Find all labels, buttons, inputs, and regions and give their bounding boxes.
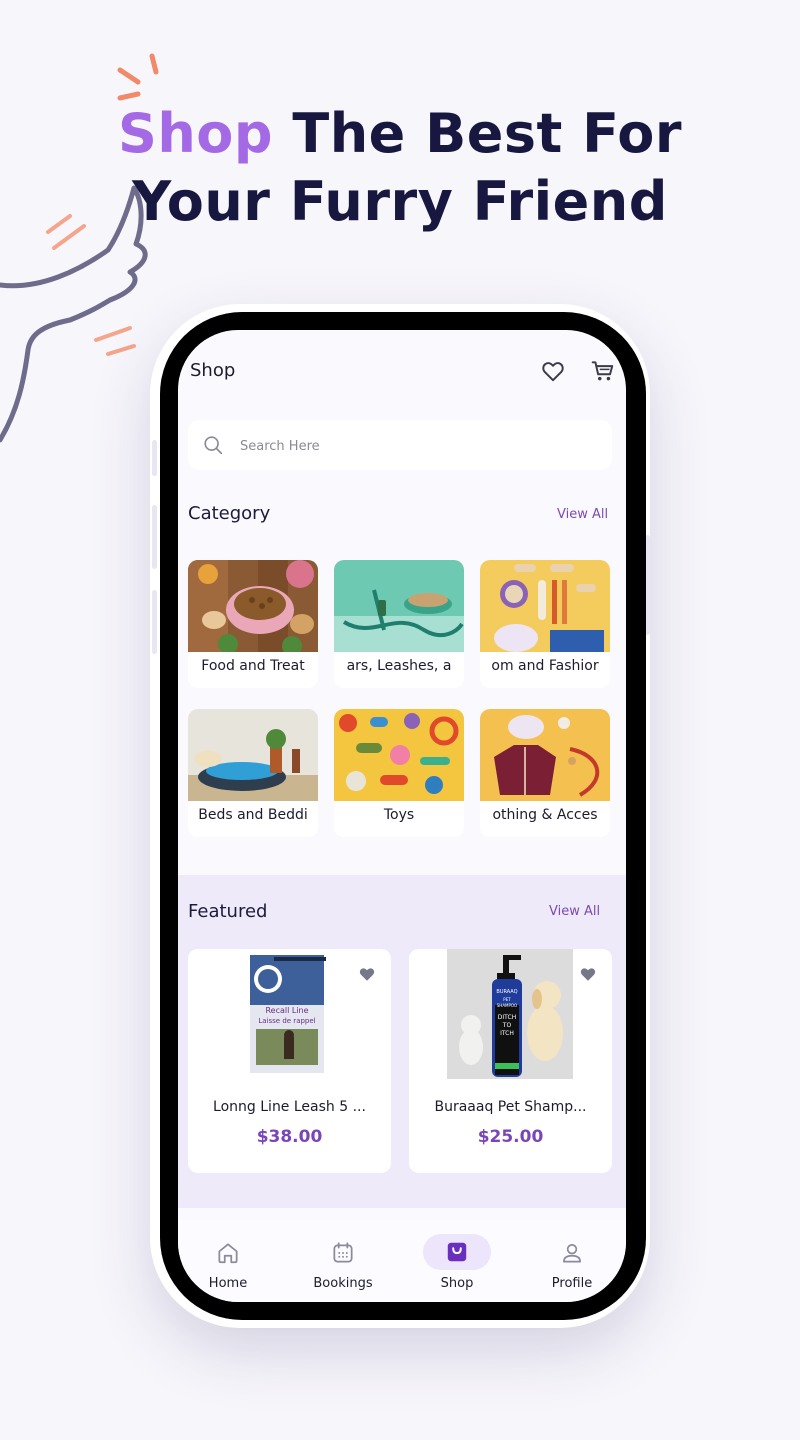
category-card-food[interactable]: Food and Treat: [188, 560, 318, 688]
headline-line2: Your Furry Friend: [132, 170, 668, 233]
nav-label: Home: [208, 1276, 248, 1291]
package-text: Laisse de rappel: [258, 1017, 315, 1025]
headline: Shop The Best For Your Furry Friend: [0, 100, 800, 236]
category-label: Toys: [383, 807, 415, 823]
product-name: Buraaaq Pet Shamp...: [434, 1099, 587, 1115]
phone-screen: Shop Category View All: [178, 330, 626, 1302]
product-price: $25.00: [477, 1127, 544, 1147]
package-text: Recall Line: [265, 1006, 308, 1015]
category-image-grooming: [480, 560, 610, 652]
shopping-bag-icon: [447, 1242, 467, 1262]
cart-icon[interactable]: [590, 358, 616, 384]
search-input[interactable]: [238, 420, 602, 472]
category-image-beds: [188, 709, 318, 801]
headline-accent: Shop: [117, 102, 274, 165]
bottle-text: TO: [502, 1022, 512, 1029]
search-icon: [204, 436, 223, 455]
calendar-icon: [333, 1242, 353, 1263]
sparkle-top-icon: [117, 53, 159, 101]
nav-label: Profile: [551, 1276, 593, 1291]
category-card-grooming[interactable]: om and Fashior: [480, 560, 610, 688]
user-icon: [563, 1244, 581, 1263]
featured-view-all-link[interactable]: View All: [549, 904, 600, 919]
category-image-food: [188, 560, 318, 652]
favorite-heart-icon[interactable]: [358, 965, 376, 983]
bottle-text: SHAMPOO: [497, 1003, 517, 1008]
headline-line1: The Best For: [273, 102, 683, 165]
category-label: othing & Acces: [492, 807, 598, 823]
phone-side-button: [152, 440, 157, 476]
phone-side-button: [152, 505, 157, 569]
phone-side-button: [152, 590, 157, 654]
sparkle-left-icon: [46, 214, 136, 356]
bottom-nav: Home Bookings Shop Profile: [178, 1220, 626, 1302]
favorite-heart-icon[interactable]: [579, 965, 597, 983]
category-image-toys: [334, 709, 464, 801]
nav-item-home[interactable]: Home: [178, 1220, 284, 1302]
featured-title: Featured: [188, 901, 268, 922]
heart-icon[interactable]: [540, 358, 566, 384]
nav-item-profile[interactable]: Profile: [516, 1220, 626, 1302]
category-label: Food and Treat: [201, 658, 305, 674]
category-card-toys[interactable]: Toys: [334, 709, 464, 837]
bottle-text: BURAAQ: [496, 989, 517, 995]
nav-item-shop[interactable]: Shop: [401, 1220, 513, 1302]
category-label: Beds and Beddi: [198, 807, 308, 823]
category-card-collars[interactable]: ars, Leashes, a: [334, 560, 464, 688]
category-image-collars: [334, 560, 464, 652]
product-card[interactable]: BURAAQ PET SHAMPOO DITCH TO ITCH Buraaaq…: [409, 949, 612, 1173]
home-icon: [218, 1243, 238, 1264]
category-card-beds[interactable]: Beds and Beddi: [188, 709, 318, 837]
bottle-text: DITCH: [498, 1014, 516, 1021]
category-image-clothing: [480, 709, 610, 801]
page-title: Shop: [190, 360, 236, 381]
bottle-text: PET: [503, 997, 511, 1002]
product-name: Lonng Line Leash 5 ...: [213, 1099, 366, 1115]
category-view-all-link[interactable]: View All: [557, 507, 608, 522]
category-label: ars, Leashes, a: [346, 658, 452, 674]
bottle-text: ITCH: [500, 1030, 514, 1037]
nav-label: Bookings: [313, 1276, 373, 1291]
category-title: Category: [188, 503, 271, 524]
search-bar[interactable]: [188, 420, 612, 472]
category-label: om and Fashior: [491, 658, 599, 674]
category-card-clothing[interactable]: othing & Acces: [480, 709, 610, 837]
nav-label: Shop: [440, 1276, 474, 1291]
product-card[interactable]: Recall Line Laisse de rappel Lonng Line …: [188, 949, 391, 1173]
nav-item-bookings[interactable]: Bookings: [287, 1220, 399, 1302]
product-price: $38.00: [256, 1127, 323, 1147]
